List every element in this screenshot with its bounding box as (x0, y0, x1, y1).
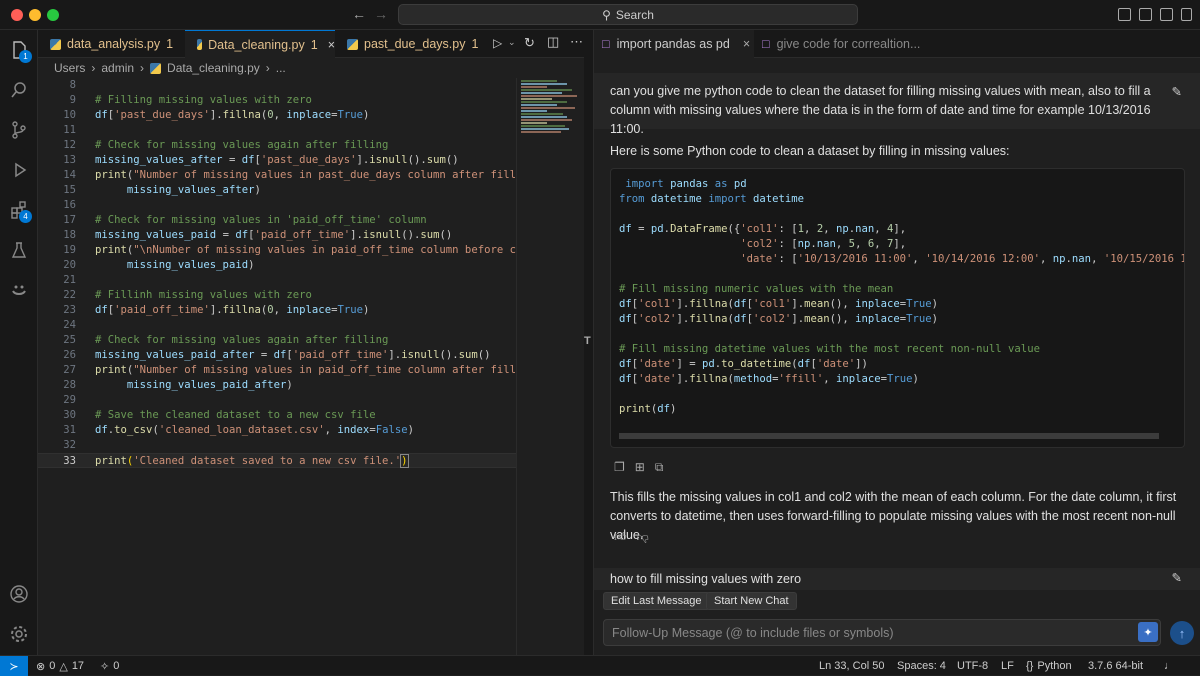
edit-pencil-icon[interactable]: ✎ (1172, 83, 1182, 102)
chat-bubble-icon: □ (602, 37, 610, 51)
python-file-icon (197, 39, 203, 50)
python-file-icon (50, 38, 61, 50)
status-bar: ≻ ⊗ 0 △ 17 ✧ 0 Ln 33, Col 50 Spaces: 4 U… (0, 655, 1200, 676)
cursor-marker-icon: T (584, 335, 591, 347)
tab-past-due-days[interactable]: past_due_days.py 1 (335, 30, 483, 58)
breadcrumb-admin[interactable]: admin (101, 61, 134, 75)
run-file-icon[interactable]: ▷ (493, 36, 502, 50)
close-tab-icon[interactable]: × (328, 38, 335, 52)
tab-data-cleaning[interactable]: Data_cleaning.py 1 × (185, 30, 335, 58)
indentation[interactable]: Spaces: 4 (897, 656, 946, 676)
chat-bubble-icon: □ (762, 37, 770, 51)
insert-at-cursor-icon[interactable]: ⊞ (635, 460, 645, 475)
forward-arrow-icon[interactable]: → (374, 6, 388, 22)
braces-icon: {} (1026, 660, 1034, 672)
chevron-right-icon: › (91, 61, 96, 75)
chat-tab-correlation[interactable]: □ give code for correaltion... (754, 30, 934, 58)
cursor-position[interactable]: Ln 33, Col 50 (819, 656, 884, 676)
bell-icon[interactable]: ♩ (1164, 656, 1175, 676)
activity-bar: 1 4 (0, 30, 38, 655)
code-block-actions: ❐ ⊞ ⧉ (614, 460, 663, 475)
settings-gear-icon[interactable] (0, 618, 38, 650)
language-mode[interactable]: {} Python (1026, 656, 1072, 676)
send-arrow-icon[interactable]: ↑ (1170, 621, 1194, 645)
breadcrumb-file[interactable]: Data_cleaning.py (167, 61, 260, 75)
remote-indicator-icon[interactable]: ≻ (0, 656, 28, 676)
chat-tab-import-pandas[interactable]: □ import pandas as pd × (594, 30, 754, 58)
source-control-icon[interactable] (0, 114, 38, 146)
explorer-icon[interactable]: 1 (0, 34, 38, 66)
split-editor-icon[interactable]: ◫ (547, 34, 559, 50)
title-bar: ← → ⚲ Search (0, 0, 1200, 30)
assistant-outro: This fills the missing values in col1 an… (610, 490, 1177, 542)
problems-indicator[interactable]: ⊗ 0 △ 17 (36, 656, 84, 676)
ports-indicator[interactable]: ✧ 0 (100, 656, 119, 676)
minimap[interactable] (516, 78, 584, 655)
account-icon[interactable] (0, 578, 38, 610)
back-arrow-icon[interactable]: ← (352, 6, 366, 22)
python-file-icon (347, 38, 358, 50)
feedback-actions: 👍︎ 👎︎ (614, 530, 649, 545)
ports-icon: ✧ (100, 660, 110, 673)
thumbs-up-icon[interactable]: 👍︎ (614, 530, 627, 545)
maximize-window-button[interactable] (47, 9, 59, 21)
close-tab-icon[interactable]: × (743, 37, 750, 51)
customize-layout-icon[interactable] (1181, 8, 1192, 21)
chevron-right-icon: › (140, 61, 145, 75)
run-debug-icon[interactable] (0, 154, 38, 186)
command-search-box[interactable]: ⚲ Search (398, 4, 858, 25)
chevron-down-icon[interactable]: ⌄ (508, 37, 516, 48)
editor-chat-splitter[interactable]: T (584, 30, 594, 655)
chat-panel: □ import pandas as pd × □ give code for … (594, 30, 1200, 655)
python-interpreter[interactable]: 3.7.6 64-bit (1088, 656, 1143, 676)
user-message-2: how to fill missing values with zero ✎ (594, 568, 1200, 590)
end-of-line[interactable]: LF (1001, 656, 1014, 676)
tab-data-analysis[interactable]: data_analysis.py 1 (38, 30, 185, 58)
sparkle-icon[interactable]: ✦ (1138, 622, 1158, 642)
search-icon: ⚲ (602, 7, 611, 22)
assistant-intro: Here is some Python code to clean a data… (610, 144, 1010, 158)
extensions-icon[interactable]: 4 (0, 194, 38, 226)
minimize-window-button[interactable] (29, 9, 41, 21)
thumbs-down-icon[interactable]: 👎︎ (637, 530, 649, 545)
follow-up-input[interactable]: Follow-Up Message (@ to include files or… (603, 619, 1161, 646)
more-actions-icon[interactable]: ⋯ (570, 34, 583, 50)
search-icon[interactable] (0, 74, 38, 106)
code-block-scrollbar[interactable] (619, 433, 1159, 439)
start-new-chat-button[interactable]: Start New Chat (706, 592, 797, 610)
compare-icon[interactable]: ↻ (524, 35, 535, 51)
encoding[interactable]: UTF-8 (957, 656, 988, 676)
extensions-badge: 4 (19, 210, 32, 223)
copy-icon[interactable]: ❐ (614, 460, 625, 475)
explorer-badge: 1 (19, 50, 32, 63)
edit-last-message-button[interactable]: Edit Last Message (603, 592, 710, 610)
toggle-sidebar-icon[interactable] (1118, 8, 1131, 21)
testing-flask-icon[interactable] (0, 234, 38, 266)
toggle-panel-icon[interactable] (1139, 8, 1152, 21)
toggle-secondary-sidebar-icon[interactable] (1160, 8, 1173, 21)
breadcrumb-users[interactable]: Users (54, 61, 85, 75)
chat-tab-bar: □ import pandas as pd × □ give code for … (594, 30, 1200, 58)
close-window-button[interactable] (11, 9, 23, 21)
breadcrumb-more[interactable]: ... (276, 61, 286, 75)
breadcrumb: Users › admin › Data_cleaning.py › ... (38, 58, 594, 78)
new-file-icon[interactable]: ⧉ (655, 460, 664, 475)
code-block[interactable]: import pandas as pd from datetime import… (610, 168, 1185, 448)
python-file-icon (150, 62, 162, 74)
code-editor[interactable]: 8 9 # Filling missing values with zero 10… (38, 78, 516, 655)
chat-assistant-icon[interactable] (0, 274, 38, 306)
edit-pencil-icon[interactable]: ✎ (1172, 570, 1182, 585)
error-icon: ⊗ (36, 660, 46, 673)
warning-icon: △ (59, 660, 68, 673)
chevron-right-icon: › (265, 61, 270, 75)
user-message: can you give me python code to clean the… (594, 73, 1200, 136)
editor-tab-bar: data_analysis.py 1 Data_cleaning.py 1 × … (38, 30, 594, 58)
